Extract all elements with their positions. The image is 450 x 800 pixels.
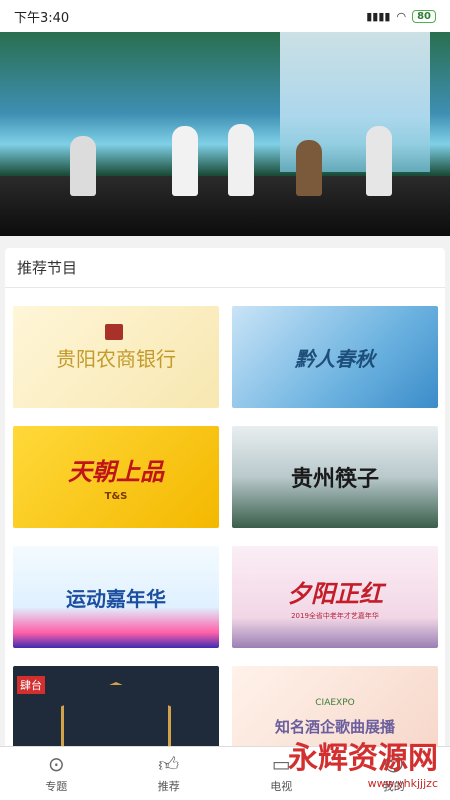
thumbs-up-icon: 👍︎: [158, 751, 180, 776]
program-card-guizhou-kuaizi[interactable]: 贵州筷子: [232, 426, 438, 528]
channel-badge: 肆台: [17, 676, 45, 694]
recommended-panel: 推荐节目 贵阳农商银行 黔人春秋 天朝上品 T&S 贵州筷子 运动嘉年华 夕阳正…: [5, 248, 445, 768]
status-time: 下午3:40: [14, 10, 70, 26]
program-card-xiyang-zhenghong[interactable]: 夕阳正红 2019全省中老年才艺嘉年华: [232, 546, 438, 648]
wifi-icon: ◠: [396, 9, 407, 23]
section-title: 推荐节目: [5, 248, 445, 288]
program-card-sports-carnival[interactable]: 运动嘉年华: [13, 546, 219, 648]
program-card-guiyang-bank[interactable]: 贵阳农商银行: [13, 306, 219, 408]
tab-recommend[interactable]: 👍︎ 推荐: [113, 747, 226, 800]
program-card-tianchao-shangpin[interactable]: 天朝上品 T&S: [13, 426, 219, 528]
video-player[interactable]: [0, 32, 450, 236]
performer-figure: [296, 140, 322, 196]
house-icon: [61, 682, 171, 752]
program-grid: 贵阳农商银行 黔人春秋 天朝上品 T&S 贵州筷子 运动嘉年华 夕阳正红 201…: [5, 288, 445, 768]
topic-icon: ⊙: [47, 751, 65, 776]
bank-logo-icon: [105, 324, 123, 340]
signal-icon: ▮▮▮▮: [366, 9, 391, 23]
program-card-qianren-chunqiu[interactable]: 黔人春秋: [232, 306, 438, 408]
performer-figure: [228, 124, 254, 196]
performer-figure: [366, 126, 392, 196]
battery-indicator: 80: [412, 9, 436, 23]
status-bar: 下午3:40 ▮▮▮▮ ◠ 80: [0, 0, 450, 32]
tab-topics[interactable]: ⊙ 专题: [0, 747, 113, 800]
performer-figure: [70, 136, 96, 196]
performer-figure: [172, 126, 198, 196]
watermark: 永辉资源网 www.yhkjjjzc: [288, 741, 438, 790]
